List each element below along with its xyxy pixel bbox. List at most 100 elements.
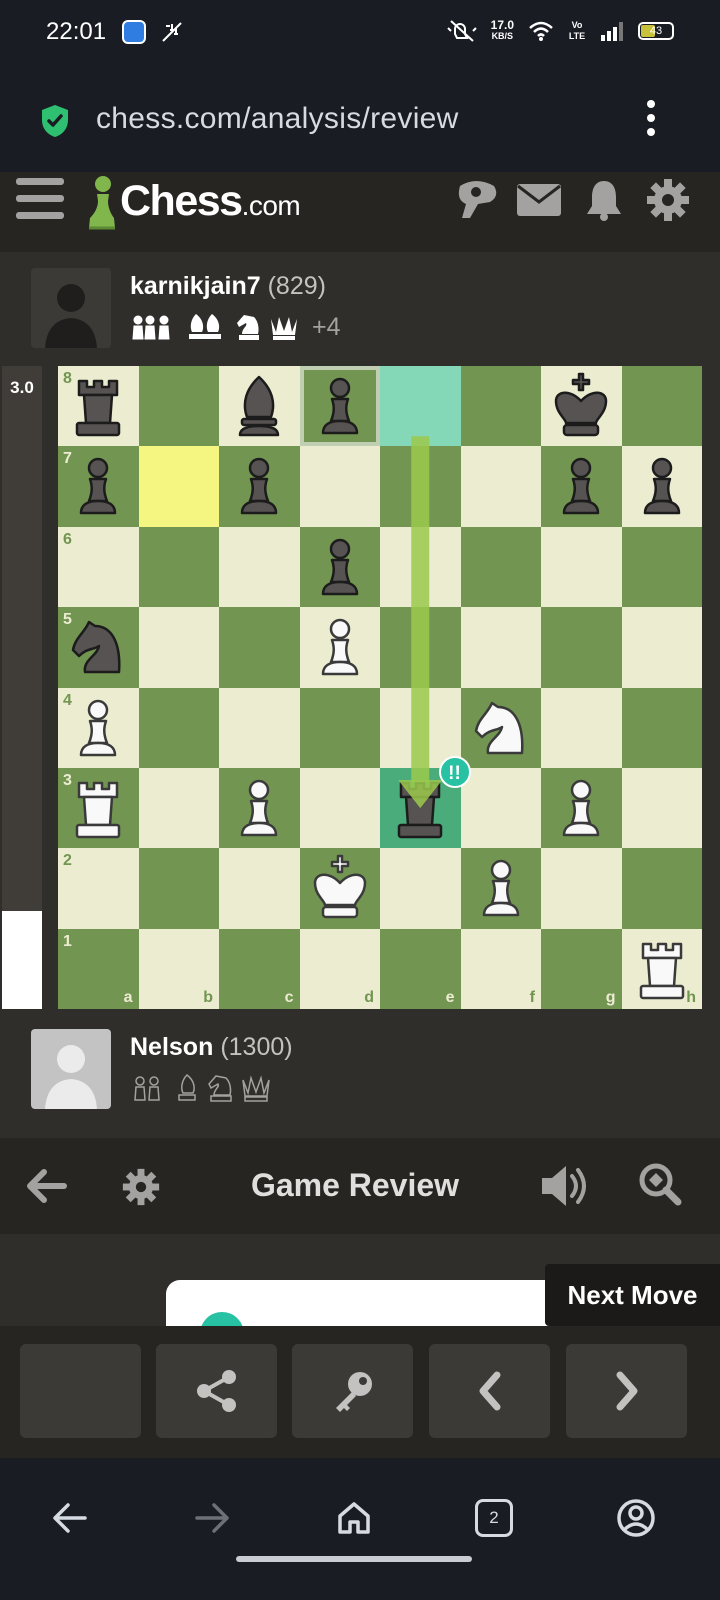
chess-board[interactable]: 8 7 6 5 4 3 2 1 a b c d e f g h!! (58, 366, 702, 1010)
square-b4[interactable] (138, 687, 219, 768)
tabs-button[interactable]: 2 (466, 1490, 522, 1546)
white-knight-icon[interactable] (466, 693, 536, 763)
square-c2[interactable] (219, 848, 300, 929)
square-b3[interactable] (138, 767, 219, 849)
white-king-icon[interactable] (305, 853, 375, 923)
url-text[interactable]: chess.com/analysis/review (96, 102, 459, 136)
square-h8[interactable] (621, 366, 702, 447)
settings-icon[interactable] (646, 178, 690, 222)
square-e7[interactable] (380, 446, 461, 527)
white-pawn-icon[interactable] (63, 693, 133, 763)
square-b6[interactable] (138, 526, 219, 608)
square-g2[interactable] (541, 848, 622, 929)
captured-knight-icon (208, 1075, 232, 1102)
chess-com-logo[interactable]: Chess.com (86, 174, 301, 230)
square-d4[interactable] (299, 687, 380, 768)
square-e1[interactable]: e (380, 928, 461, 1010)
avatar[interactable] (31, 268, 111, 348)
black-rook-icon[interactable] (63, 371, 133, 441)
white-rook-icon[interactable] (63, 773, 133, 843)
square-b2[interactable] (138, 848, 219, 929)
gesture-handle[interactable] (236, 1556, 472, 1562)
file-label: c (284, 989, 294, 1007)
square-h2[interactable] (621, 848, 702, 929)
black-pawn-icon[interactable] (305, 371, 375, 441)
square-f3[interactable] (460, 767, 541, 849)
square-f5[interactable] (460, 607, 541, 688)
black-pawn-icon[interactable] (627, 451, 697, 521)
square-c4[interactable] (219, 687, 300, 768)
bell-icon[interactable] (584, 178, 624, 222)
square-f7[interactable] (460, 446, 541, 527)
next-move-button[interactable] (566, 1344, 687, 1438)
square-g6[interactable] (541, 526, 622, 608)
kebab-menu-icon[interactable] (645, 100, 657, 140)
evaluation-bar: 3.0 (2, 366, 42, 1009)
captured-queen-icon (271, 317, 297, 340)
square-e2[interactable] (380, 848, 461, 929)
share-button[interactable] (156, 1344, 277, 1438)
white-pawn-icon[interactable] (546, 773, 616, 843)
mute-icon (446, 20, 477, 42)
square-g1[interactable]: g (541, 928, 622, 1010)
square-f1[interactable]: f (460, 928, 541, 1010)
avatar[interactable] (31, 1029, 111, 1109)
black-pawn-icon[interactable] (305, 532, 375, 602)
square-e4[interactable] (380, 687, 461, 768)
player-name[interactable]: Nelson (130, 1033, 213, 1061)
square-d3[interactable] (299, 767, 380, 849)
square-e8[interactable] (380, 366, 461, 447)
forward-button[interactable] (184, 1490, 240, 1546)
square-b8[interactable] (138, 366, 219, 447)
square-h5[interactable] (621, 607, 702, 688)
square-c5[interactable] (219, 607, 300, 688)
mail-icon[interactable] (516, 178, 562, 218)
square-h4[interactable] (621, 687, 702, 768)
status-bar: 22:01 17.0 KB/S Vo LTE 43 (0, 0, 720, 66)
square-b1[interactable]: b (138, 928, 219, 1010)
square-f8[interactable] (460, 366, 541, 447)
black-bishop-icon[interactable] (224, 371, 294, 441)
black-knight-icon[interactable] (63, 612, 133, 682)
speaker-icon[interactable] (540, 1162, 590, 1210)
square-a2[interactable]: 2 (58, 848, 139, 929)
square-e6[interactable] (380, 526, 461, 608)
hamburger-icon[interactable] (16, 178, 64, 222)
square-c6[interactable] (219, 526, 300, 608)
black-pawn-icon[interactable] (546, 451, 616, 521)
rank-label: 6 (63, 530, 72, 548)
square-e5[interactable] (380, 607, 461, 688)
black-king-icon[interactable] (546, 371, 616, 441)
back-button[interactable] (42, 1490, 98, 1546)
white-pawn-icon[interactable] (466, 853, 536, 923)
square-g5[interactable] (541, 607, 622, 688)
square-b7[interactable] (138, 446, 219, 527)
square-d1[interactable]: d (299, 928, 380, 1010)
white-pawn-icon[interactable] (305, 612, 375, 682)
home-button[interactable] (326, 1490, 382, 1546)
square-f6[interactable] (460, 526, 541, 608)
square-h6[interactable] (621, 526, 702, 608)
shield-icon[interactable] (40, 104, 70, 138)
logo-suffix: .com (241, 190, 301, 221)
white-pawn-icon[interactable] (224, 773, 294, 843)
file-label: a (123, 989, 133, 1007)
player-name[interactable]: karnikjain7 (130, 272, 261, 300)
square-a6[interactable]: 6 (58, 526, 139, 608)
square-d7[interactable] (299, 446, 380, 527)
black-pawn-icon[interactable] (224, 451, 294, 521)
square-c1[interactable]: c (219, 928, 300, 1010)
blank-button[interactable] (20, 1344, 141, 1438)
account-button[interactable] (608, 1490, 664, 1546)
black-pawn-icon[interactable] (63, 451, 133, 521)
previous-move-button[interactable] (429, 1344, 550, 1438)
zoom-analysis-icon[interactable] (638, 1162, 682, 1208)
key-moves-button[interactable] (292, 1344, 413, 1438)
square-h3[interactable] (621, 767, 702, 849)
square-g4[interactable] (541, 687, 622, 768)
white-rook-icon[interactable] (627, 934, 697, 1004)
square-b5[interactable] (138, 607, 219, 688)
square-a1[interactable]: 1a (58, 928, 139, 1010)
share-icon (196, 1370, 236, 1412)
message-bubble-icon[interactable] (452, 178, 500, 224)
